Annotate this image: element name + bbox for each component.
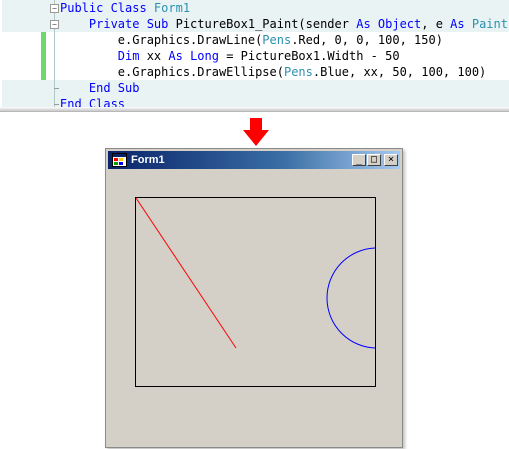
code-token: Dim [60,49,147,63]
code-line[interactable]: e.Graphics.DrawLine(Pens.Red, 0, 0, 100,… [60,32,443,48]
editor-bottom-edge [0,107,509,111]
code-token: Pens [262,33,292,47]
collapse-sub-icon[interactable]: − [50,20,59,29]
code-token: End Sub [60,81,140,95]
code-token: .Red, 0, 0, 100, 150) [291,33,443,47]
code-line[interactable]: End Sub [60,80,140,96]
code-line[interactable]: e.Graphics.DrawEllipse(Pens.Blue, xx, 50… [60,64,486,80]
outline-margin [54,0,55,111]
code-token: = PictureBox1.Width - 50 [226,49,400,63]
code-token: As [450,17,472,31]
code-token: As [356,17,378,31]
code-token: , e [421,17,451,31]
code-token: Public Class [60,1,154,15]
code-token: Private Sub [60,17,176,31]
picture-box[interactable] [135,197,376,387]
form-window[interactable]: Form1 _ □ × [105,148,403,448]
fold-end-tick [54,88,59,89]
code-token: PictureBox1_Paint(sender [175,17,357,31]
code-token: .Blue, xx, 50, 100, 100) [312,65,487,79]
code-token: xx [146,49,169,63]
form-client-area [108,171,400,445]
code-line[interactable]: Private Sub PictureBox1_Paint(sender As … [60,16,509,32]
close-button[interactable]: × [384,154,398,166]
code-editor[interactable]: − − Public Class Form1 Private Sub Pictu… [0,0,509,112]
code-token: Object [377,17,422,31]
code-token: e.Graphics.DrawEllipse( [60,65,284,79]
form-app-icon[interactable] [112,153,127,167]
minimize-button[interactable]: _ [352,154,366,166]
red-line [136,198,237,349]
code-token: As Long [168,49,227,63]
collapse-class-icon[interactable]: − [50,4,59,13]
code-line[interactable]: Public Class Form1 [60,0,190,16]
title-bar[interactable]: Form1 _ □ × [108,151,400,169]
blue-ellipse [326,247,375,349]
window-title: Form1 [131,154,165,166]
changed-lines-indicator [41,32,46,80]
code-line[interactable]: Dim xx As Long = PictureBox1.Width - 50 [60,48,400,64]
down-arrow-icon [243,118,269,146]
picture-box-canvas [136,198,375,349]
maximize-button[interactable]: □ [367,154,381,166]
code-token: PaintE [471,17,509,31]
code-token: e.Graphics.DrawLine( [60,33,263,47]
code-token: Form1 [153,1,191,15]
fold-end-tick [54,104,59,105]
code-token: Pens [283,65,313,79]
